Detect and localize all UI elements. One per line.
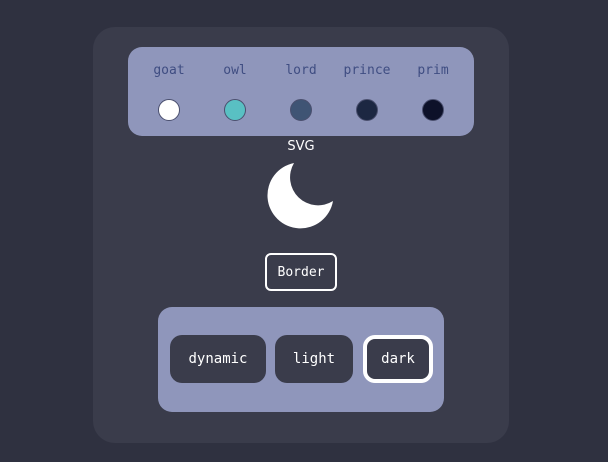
swatch-dot <box>158 99 180 121</box>
theme-selector: dynamic light dark <box>158 307 444 412</box>
svg-label: SVG <box>287 139 315 154</box>
swatch-dot <box>356 99 378 121</box>
moon-icon <box>266 161 336 231</box>
swatch-label: prince <box>343 63 391 78</box>
swatch-dot <box>224 99 246 121</box>
theme-dynamic-button[interactable]: dynamic <box>170 335 266 383</box>
swatch-dot <box>290 99 312 121</box>
swatch-label: goat <box>153 63 185 78</box>
swatch-prince[interactable]: prince <box>334 47 400 136</box>
theme-card: goat owl lord prince prim SVG Border dyn… <box>93 27 509 443</box>
border-button[interactable]: Border <box>265 253 337 291</box>
swatch-label: prim <box>417 63 449 78</box>
theme-dark-button[interactable]: dark <box>363 335 433 383</box>
swatch-label: owl <box>223 63 247 78</box>
color-swatch-panel: goat owl lord prince prim <box>128 47 474 136</box>
theme-light-button[interactable]: light <box>275 335 353 383</box>
swatch-lord[interactable]: lord <box>268 47 334 136</box>
swatch-owl[interactable]: owl <box>202 47 268 136</box>
swatch-dot <box>422 99 444 121</box>
swatch-goat[interactable]: goat <box>136 47 202 136</box>
swatch-label: lord <box>285 63 317 78</box>
swatch-prim[interactable]: prim <box>400 47 466 136</box>
